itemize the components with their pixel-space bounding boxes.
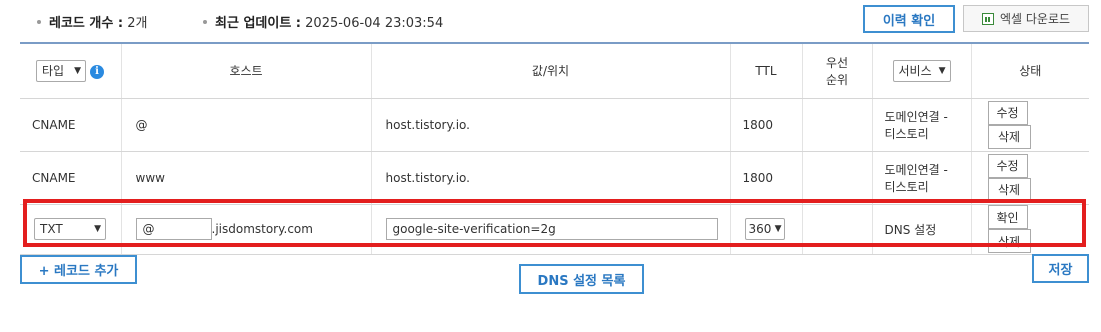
edit-actions: 확인삭제 bbox=[970, 204, 1089, 255]
service-filter-select[interactable]: 서비스 ▼ bbox=[892, 59, 951, 82]
row-type: CNAME bbox=[20, 98, 121, 152]
row-host: www bbox=[120, 151, 371, 205]
record-count: 레코드 개수 : 2개 bbox=[37, 12, 147, 31]
delete-button[interactable]: 삭제 bbox=[987, 229, 1031, 253]
edit-service-cell: DNS 설정 bbox=[871, 204, 971, 255]
edit-button[interactable]: 수정 bbox=[987, 100, 1028, 125]
header-host: 호스트 bbox=[120, 42, 371, 99]
row-value: host.tistory.io. bbox=[370, 151, 730, 205]
type-filter-label: 타입 bbox=[42, 64, 65, 79]
service-filter-label: 서비스 bbox=[898, 64, 932, 79]
row-priority bbox=[801, 98, 872, 152]
save-label: 저장 bbox=[1048, 263, 1073, 278]
header-type: 타입 ▼ i bbox=[20, 42, 121, 99]
save-button[interactable]: 저장 bbox=[1032, 254, 1089, 283]
last-update-value: 2025-06-04 23:03:54 bbox=[305, 16, 444, 31]
bullet-icon bbox=[203, 19, 207, 24]
bullet-icon bbox=[37, 19, 41, 24]
row-service-line2: 티스토리 bbox=[884, 179, 929, 194]
row-service-line2: 티스토리 bbox=[884, 126, 929, 141]
type-select[interactable]: TXT ▼ bbox=[34, 218, 106, 240]
delete-button[interactable]: 삭제 bbox=[987, 177, 1031, 202]
dns-records-table: 타입 ▼ i 호스트 값/위치 TTL 우선 순위 서비스 ▼ 상태 CNAME @ … bbox=[20, 42, 1089, 255]
header-priority-line2: 순위 bbox=[825, 72, 849, 87]
confirm-button[interactable]: 확인 bbox=[987, 205, 1028, 229]
row-actions: 수정삭제 bbox=[970, 98, 1089, 152]
header-status: 상태 bbox=[970, 42, 1089, 99]
header-service: 서비스 ▼ bbox=[871, 42, 971, 99]
header-ttl: TTL bbox=[729, 42, 802, 99]
row-type: CNAME bbox=[20, 151, 121, 205]
edit-value-cell: google-site-verification=2g bbox=[370, 204, 730, 255]
type-select-value: TXT bbox=[40, 222, 63, 236]
record-count-value: 2개 bbox=[127, 16, 148, 31]
table-header-row: 타입 ▼ i 호스트 값/위치 TTL 우선 순위 서비스 ▼ 상태 bbox=[20, 42, 1089, 99]
value-input[interactable]: google-site-verification=2g bbox=[385, 218, 718, 240]
last-update: 최근 업데이트 : 2025-06-04 23:03:54 bbox=[203, 12, 443, 31]
row-service: 도메인연결 - 티스토리 bbox=[871, 151, 971, 205]
add-record-label: + 레코드 추가 bbox=[38, 264, 119, 279]
header-priority-line1: 우선 bbox=[825, 55, 849, 70]
chevron-down-icon: ▼ bbox=[74, 65, 81, 76]
row-host: @ bbox=[120, 98, 371, 152]
history-button-label: 이력 확인 bbox=[882, 13, 936, 29]
chevron-down-icon: ▼ bbox=[774, 224, 782, 234]
row-ttl: 1800 bbox=[729, 151, 802, 205]
summary-bar: 레코드 개수 : 2개 최근 업데이트 : 2025-06-04 23:03:5… bbox=[0, 0, 1101, 42]
excel-download-label: 엑셀 다운로드 bbox=[999, 12, 1071, 26]
delete-button[interactable]: 삭제 bbox=[987, 124, 1031, 149]
ttl-select-value: 360 bbox=[748, 222, 772, 236]
last-update-label: 최근 업데이트 : bbox=[215, 16, 302, 31]
row-ttl: 1800 bbox=[729, 98, 802, 152]
dns-list-label: DNS 설정 목록 bbox=[537, 273, 626, 289]
edit-row: TXT ▼ @ .jisdomstory.com google-site-verif… bbox=[20, 204, 1089, 255]
edit-button[interactable]: 수정 bbox=[987, 153, 1028, 178]
chevron-down-icon: ▼ bbox=[94, 224, 101, 234]
host-input[interactable]: @ bbox=[135, 218, 212, 240]
host-domain-suffix: .jisdomstory.com bbox=[211, 222, 313, 236]
row-value: host.tistory.io. bbox=[370, 98, 730, 152]
row-priority bbox=[801, 151, 872, 205]
edit-host-cell: @ .jisdomstory.com bbox=[120, 204, 371, 255]
info-icon[interactable]: i bbox=[90, 64, 104, 79]
table-row: CNAME @ host.tistory.io. 1800 도메인연결 - 티스… bbox=[20, 98, 1089, 152]
ttl-select[interactable]: 360 ▼ bbox=[744, 218, 785, 240]
excel-download-button[interactable]: 엑셀 다운로드 bbox=[963, 5, 1089, 32]
row-service-line1: 도메인연결 - bbox=[884, 162, 948, 177]
type-filter-select[interactable]: 타입 ▼ bbox=[36, 59, 86, 82]
history-button[interactable]: 이력 확인 bbox=[863, 5, 955, 33]
row-actions: 수정삭제 bbox=[970, 151, 1089, 205]
dns-list-button[interactable]: DNS 설정 목록 bbox=[519, 264, 644, 294]
record-count-label: 레코드 개수 : bbox=[49, 16, 124, 31]
edit-ttl-cell: 360 ▼ bbox=[729, 204, 802, 255]
edit-type-cell: TXT ▼ bbox=[20, 204, 121, 255]
excel-icon bbox=[981, 12, 994, 25]
row-service-line1: 도메인연결 - bbox=[884, 109, 948, 124]
row-service: 도메인연결 - 티스토리 bbox=[871, 98, 971, 152]
edit-priority-cell bbox=[801, 204, 872, 255]
table-row: CNAME www host.tistory.io. 1800 도메인연결 - … bbox=[20, 151, 1089, 205]
add-record-button[interactable]: + 레코드 추가 bbox=[20, 255, 137, 284]
header-value: 값/위치 bbox=[370, 42, 730, 99]
chevron-down-icon: ▼ bbox=[938, 65, 946, 76]
header-priority: 우선 순위 bbox=[801, 42, 872, 99]
